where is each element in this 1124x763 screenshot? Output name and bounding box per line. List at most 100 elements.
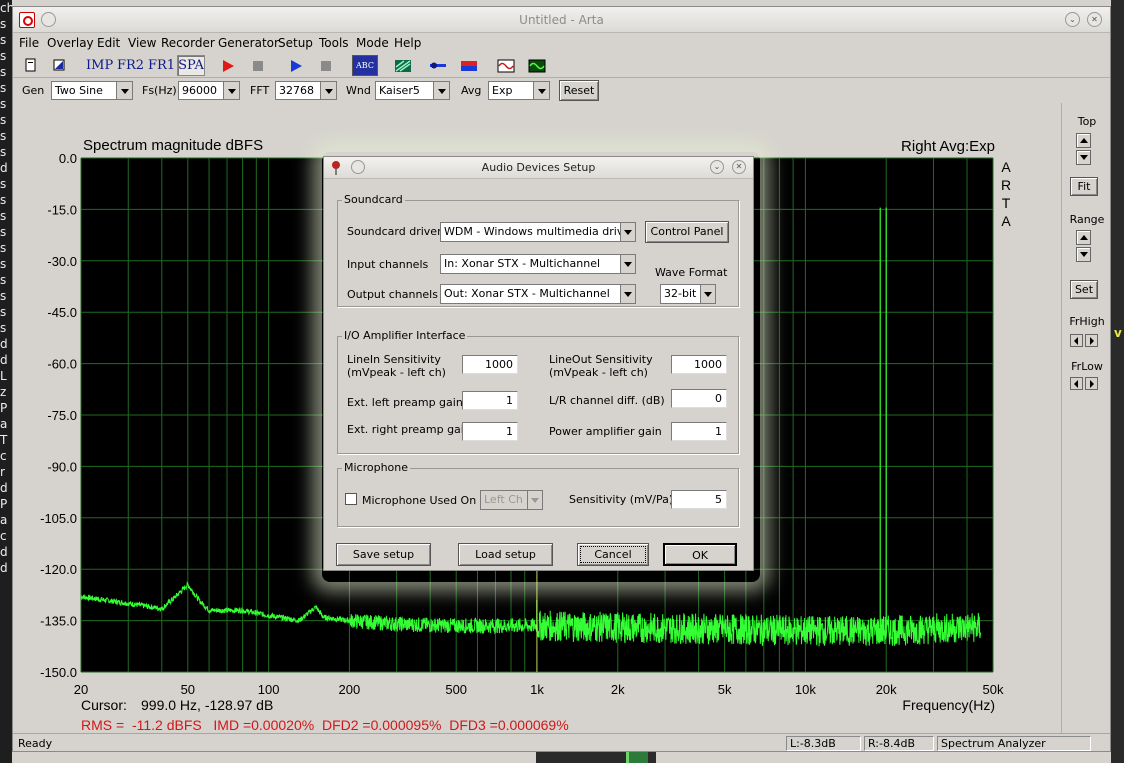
cursor-readout: 999.0 Hz, -128.97 dB (141, 697, 273, 713)
y-tick-label: -30.0 (47, 254, 77, 269)
status-right-level: R:-8.4dB (864, 736, 934, 751)
menu-setup[interactable]: Setup (278, 36, 313, 50)
y-tick-label: -150.0 (40, 665, 77, 680)
close-button[interactable]: ✕ (1087, 12, 1102, 27)
set-button[interactable]: Set (1070, 280, 1098, 299)
new-file-icon[interactable] (19, 55, 43, 76)
gen-select[interactable]: Two Sine (51, 81, 133, 100)
menu-help[interactable]: Help (394, 36, 421, 50)
frlow-right-button[interactable] (1085, 377, 1098, 390)
probe-icon[interactable] (426, 55, 450, 76)
generator-stop-icon[interactable] (314, 55, 338, 76)
ok-button[interactable]: OK (663, 543, 737, 566)
dialog-titlebar[interactable]: Audio Devices Setup ⌄ ✕ (324, 157, 753, 179)
wave-format-select[interactable]: 32-bit (660, 284, 716, 304)
ext-right-label: Ext. right preamp gain (347, 423, 471, 436)
range-label: Range (1069, 213, 1105, 226)
io-group-label: I/O Amplifier Interface (342, 329, 468, 342)
chevron-down-icon (620, 223, 635, 241)
scope-green-icon[interactable] (525, 55, 549, 76)
fit-button[interactable]: Fit (1070, 177, 1098, 196)
top-label: Top (1077, 115, 1097, 128)
load-setup-button[interactable]: Load setup (458, 543, 553, 566)
chevron-down-icon (116, 82, 132, 99)
menu-recorder[interactable]: Recorder (161, 36, 215, 50)
driver-label: Soundcard driver (347, 225, 442, 238)
ext-left-gain-input[interactable]: 1 (462, 391, 518, 410)
input-channels-select[interactable]: In: Xonar STX - Multichannel (440, 254, 636, 274)
spectrum-bars-icon[interactable] (457, 55, 481, 76)
status-mode: Spectrum Analyzer (937, 736, 1091, 751)
menu-tools[interactable]: Tools (319, 36, 349, 50)
x-axis-label: Frequency(Hz) (902, 697, 995, 713)
avg-label: Avg (461, 84, 482, 97)
soundcard-group-label: Soundcard (342, 193, 405, 206)
dialog-minimize-button[interactable]: ⌄ (710, 160, 724, 174)
chevron-down-icon (433, 82, 449, 99)
output-channels-select[interactable]: Out: Xonar STX - Multichannel (440, 284, 636, 304)
y-tick-label: -60.0 (47, 357, 77, 372)
y-tick-label: -135.0 (40, 614, 77, 629)
chevron-down-icon (527, 491, 542, 509)
chevron-down-icon (533, 82, 549, 99)
y-tick-label: -75.0 (47, 408, 77, 423)
open-overlay-icon[interactable] (47, 55, 71, 76)
menu-mode[interactable]: Mode (356, 36, 389, 50)
frhigh-right-button[interactable] (1085, 334, 1098, 347)
generator-play-icon[interactable] (284, 55, 308, 76)
power-amp-gain-input[interactable]: 1 (671, 422, 727, 441)
minimize-button[interactable]: ⌄ (1065, 12, 1080, 27)
fs-select[interactable]: 96000 (178, 81, 240, 100)
calibrate-icon[interactable] (391, 55, 415, 76)
record-play-icon[interactable] (216, 55, 240, 76)
lr-diff-input[interactable]: 0 (671, 389, 727, 408)
range-down-button[interactable] (1076, 247, 1091, 262)
fr1-mode-button[interactable]: FR1 (147, 55, 175, 76)
spa-mode-button[interactable]: SPA (177, 55, 205, 76)
chevron-down-icon (620, 255, 635, 273)
microphone-used-checkbox[interactable] (345, 493, 357, 505)
save-setup-button[interactable]: Save setup (336, 543, 431, 566)
abc-button[interactable]: ABC (352, 55, 378, 76)
menu-overlay[interactable]: Overlay (47, 36, 94, 50)
window-titlebar[interactable]: Untitled - Arta ⌄ ✕ (13, 7, 1110, 33)
driver-select[interactable]: WDM - Windows multimedia driver (440, 222, 636, 242)
cancel-button[interactable]: Cancel (577, 543, 649, 566)
fft-select[interactable]: 32768 (275, 81, 337, 100)
frlow-left-button[interactable] (1070, 377, 1083, 390)
status-left-level: L:-8.3dB (786, 736, 861, 751)
x-tick-label: 20 (74, 682, 88, 697)
menu-file[interactable]: File (19, 36, 39, 50)
lineout-sublabel: (mVpeak - left ch) (549, 366, 648, 379)
microphone-channel-select[interactable]: Left Ch (480, 490, 543, 510)
background-window-edge: ch s s s s s s s s s d s s s s s s s s s s d d Lz Pa Tc r d Pa c d d (0, 0, 12, 763)
x-tick-label: 10k (795, 682, 816, 697)
menu-generator[interactable]: Generator (218, 36, 279, 50)
mic-sensitivity-input[interactable]: 5 (671, 490, 727, 509)
top-up-button[interactable] (1076, 133, 1091, 148)
linein-sensitivity-input[interactable]: 1000 (462, 355, 518, 374)
x-tick-label: 500 (445, 682, 467, 697)
lineout-sensitivity-input[interactable]: 1000 (671, 355, 727, 374)
window-title: Untitled - Arta (519, 13, 604, 27)
fft-label: FFT (250, 84, 270, 97)
y-tick-label: -120.0 (40, 562, 77, 577)
reset-button[interactable]: Reset (559, 80, 599, 101)
fr2-mode-button[interactable]: FR2 (116, 55, 144, 76)
range-up-button[interactable] (1076, 230, 1091, 245)
generator-params-bar: Gen Two Sine Fs(Hz) 96000 FFT 32768 Wnd … (13, 79, 1110, 103)
stop-icon[interactable] (246, 55, 270, 76)
scope-red-icon[interactable] (494, 55, 518, 76)
impulse-mode-button[interactable]: IMP (85, 55, 113, 76)
ext-right-gain-input[interactable]: 1 (462, 422, 518, 441)
menu-edit[interactable]: Edit (97, 36, 120, 50)
top-down-button[interactable] (1076, 150, 1091, 165)
control-panel-button[interactable]: Control Panel (645, 221, 729, 243)
avg-select[interactable]: Exp (488, 81, 550, 100)
frhigh-left-button[interactable] (1070, 334, 1083, 347)
menu-view[interactable]: View (128, 36, 156, 50)
arta-vertical-letter: R (1001, 177, 1011, 193)
dialog-close-button[interactable]: ✕ (732, 160, 746, 174)
wnd-select[interactable]: Kaiser5 (375, 81, 450, 100)
linein-label: LineIn Sensitivity (347, 353, 441, 366)
